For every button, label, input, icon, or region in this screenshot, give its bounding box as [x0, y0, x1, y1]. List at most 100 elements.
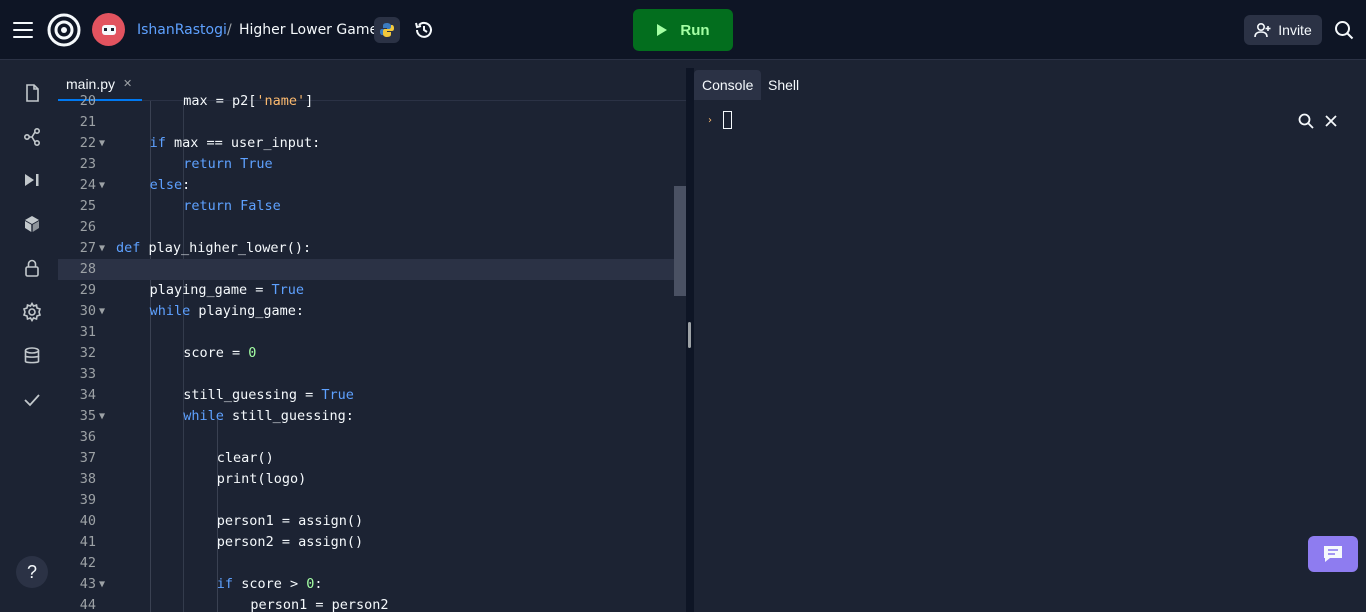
code-line[interactable]: 21 [58, 112, 686, 133]
code-line[interactable]: 34 still_guessing = True [58, 385, 686, 406]
secrets-lock-icon[interactable] [19, 255, 45, 281]
packages-icon[interactable] [19, 211, 45, 237]
pane-resize-handle[interactable] [688, 322, 691, 348]
git-icon[interactable] [19, 124, 45, 150]
fold-arrow-icon[interactable]: ▼ [99, 574, 105, 595]
code-line[interactable]: 42 [58, 553, 686, 574]
code-line[interactable]: 40 person1 = assign() [58, 511, 686, 532]
line-code: person2 = assign() [216, 534, 364, 550]
console-pane: Console Shell › [694, 68, 1366, 612]
code-line[interactable]: 37 clear() [58, 448, 686, 469]
files-icon[interactable] [19, 80, 45, 106]
line-code: if max == user_input: [149, 135, 321, 151]
line-number: 29 [79, 282, 96, 298]
top-bar: IshanRastogi / Higher Lower Game Run Inv… [0, 0, 1366, 60]
feedback-chat-button[interactable] [1308, 536, 1358, 572]
line-number: 30 [79, 303, 96, 319]
code-line[interactable]: 38 print(logo) [58, 469, 686, 490]
line-code: playing_game = True [149, 282, 305, 298]
code-line[interactable]: 39 [58, 490, 686, 511]
code-line[interactable]: 27 ▼ def play_higher_lower(): [58, 238, 686, 259]
code-line[interactable]: 28 [58, 259, 686, 280]
run-button[interactable]: Run [633, 9, 733, 51]
python-language-icon[interactable] [374, 17, 400, 43]
line-code: score = 0 [183, 345, 257, 361]
line-code: person1 = assign() [216, 513, 364, 529]
code-line[interactable]: 32 score = 0 [58, 343, 686, 364]
line-number: 21 [79, 114, 96, 130]
console-prompt-icon: › [708, 115, 712, 126]
line-code: else: [149, 177, 191, 193]
breadcrumb-user[interactable]: IshanRastogi [137, 20, 227, 40]
code-line[interactable]: 31 [58, 322, 686, 343]
unit-tests-check-icon[interactable] [19, 387, 45, 413]
invite-button[interactable]: Invite [1244, 15, 1322, 45]
breadcrumb-separator: / [227, 22, 232, 38]
line-code: if score > 0: [216, 576, 323, 592]
line-number: 36 [79, 429, 96, 445]
line-code: print(logo) [216, 471, 307, 487]
run-button-label: Run [680, 21, 710, 39]
tab-label: main.py [66, 75, 116, 92]
code-line[interactable]: 20 max = p2['name'] [58, 91, 686, 112]
replit-logo-icon[interactable] [46, 12, 82, 48]
console-output[interactable]: › [694, 101, 1366, 612]
line-number: 24 [79, 177, 96, 193]
user-avatar[interactable] [92, 13, 125, 46]
database-icon[interactable] [19, 343, 45, 369]
line-code: def play_higher_lower(): [116, 240, 312, 256]
line-number: 38 [79, 471, 96, 487]
breadcrumb-repo[interactable]: Higher Lower Game [239, 20, 378, 40]
line-number: 37 [79, 450, 96, 466]
tools-sidebar: ? [0, 68, 58, 612]
code-line[interactable]: 23 return True [58, 154, 686, 175]
history-icon[interactable] [412, 18, 436, 42]
line-number: 20 [79, 93, 96, 109]
code-line[interactable]: 43 ▼ if score > 0: [58, 574, 686, 595]
code-area[interactable]: 20 max = p2['name'] 21 22 ▼ if max == user_in… [58, 91, 686, 612]
code-line[interactable]: 44 person1 = person2 [58, 595, 686, 612]
line-number: 42 [79, 555, 96, 571]
line-number: 32 [79, 345, 96, 361]
line-number: 31 [79, 324, 96, 340]
line-code: return False [183, 198, 281, 214]
code-line[interactable]: 35 ▼ while still_guessing: [58, 406, 686, 427]
code-line[interactable]: 22 ▼ if max == user_input: [58, 133, 686, 154]
code-line[interactable]: 33 [58, 364, 686, 385]
code-line[interactable]: 24 ▼ else: [58, 175, 686, 196]
code-line[interactable]: 41 person2 = assign() [58, 532, 686, 553]
fold-arrow-icon[interactable]: ▼ [99, 301, 105, 322]
tab-shell[interactable]: Shell [760, 70, 807, 100]
code-line[interactable]: 30 ▼ while playing_game: [58, 301, 686, 322]
code-line[interactable]: 36 [58, 427, 686, 448]
line-number: 22 [79, 135, 96, 151]
code-line[interactable]: 25 return False [58, 196, 686, 217]
help-question-icon: ? [26, 561, 37, 582]
debugger-icon[interactable] [19, 167, 45, 193]
fold-arrow-icon[interactable]: ▼ [99, 406, 105, 427]
help-button[interactable]: ? [16, 556, 48, 588]
play-icon [657, 24, 668, 36]
line-number: 25 [79, 198, 96, 214]
settings-gear-icon[interactable] [19, 299, 45, 325]
code-line[interactable]: 26 [58, 217, 686, 238]
close-tab-icon[interactable]: ✕ [123, 77, 132, 90]
tab-console[interactable]: Console [694, 70, 762, 100]
code-line[interactable]: 29 playing_game = True [58, 280, 686, 301]
editor-scrollbar[interactable] [674, 186, 686, 296]
menu-icon[interactable] [12, 19, 34, 41]
line-number: 44 [79, 597, 96, 612]
line-number: 34 [79, 387, 96, 403]
fold-arrow-icon[interactable]: ▼ [99, 133, 105, 154]
search-icon[interactable] [1332, 18, 1356, 42]
tab-shell-label: Shell [768, 77, 800, 93]
console-search-icon[interactable] [1296, 111, 1316, 131]
fold-arrow-icon[interactable]: ▼ [99, 238, 105, 259]
code-editor-pane: main.py ✕ 20 max = p2['name'] 21 22 ▼ if max … [58, 68, 686, 612]
console-clear-icon[interactable] [1321, 111, 1341, 131]
add-user-icon [1254, 22, 1271, 38]
invite-button-label: Invite [1278, 22, 1312, 38]
line-number: 27 [79, 240, 96, 256]
line-code: clear() [216, 450, 274, 466]
fold-arrow-icon[interactable]: ▼ [99, 175, 105, 196]
